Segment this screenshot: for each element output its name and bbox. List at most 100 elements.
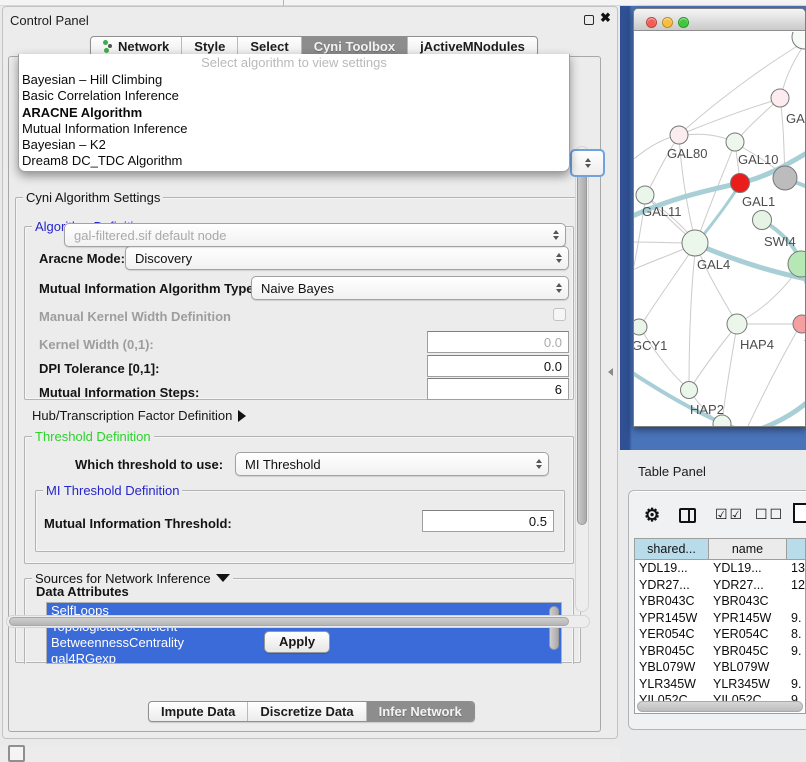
table-cell [787,593,806,610]
network-node[interactable] [773,166,797,190]
table-row[interactable]: YDL19...YDL19...13 [635,560,805,577]
network-node[interactable] [636,186,654,204]
minimize-traffic-light[interactable] [662,17,673,28]
network-node[interactable] [681,382,698,399]
inference-algorithm-combo-stepper[interactable] [570,149,605,177]
stepper-arrows-icon [550,253,568,263]
checked-boxes-icon[interactable]: ☑☑ [715,506,744,523]
close-icon[interactable]: ✖ [600,10,611,26]
dpi-tolerance-field[interactable]: 0.0 [427,355,569,377]
mi-steps-field[interactable]: 6 [427,378,569,400]
tab-discretize-data[interactable]: Discretize Data [248,702,366,721]
which-threshold-combo[interactable]: MI Threshold [235,452,549,476]
network-node[interactable] [731,174,750,193]
table-row[interactable]: YLR345WYLR345W9. [635,676,805,693]
network-node[interactable] [771,89,789,107]
network-graph: GALGAL80GAL10GAL1GAL11SWI4GAL4HAP4YGCY1H… [634,32,806,427]
algorithm-definition-group: Algorithm Definition Aracne Mode: Discov… [24,226,574,400]
hub-factor-expander[interactable]: Hub/Transcription Factor Definition [32,408,246,423]
tab-impute-data[interactable]: Impute Data [149,702,248,721]
node-label-gal11: GAL11 [642,204,682,219]
table-cell: YBR043C [635,593,709,610]
node-label-gal: GAL [786,111,806,126]
table-cell: YLR345W [635,676,709,693]
columns-icon[interactable] [679,508,696,523]
algorithm-option-aracne-algorithm[interactable]: ARACNE Algorithm [19,105,569,121]
table-cell: YPR145W [709,610,787,627]
algorithm-dropdown-popup: Select algorithm to view settings Bayesi… [18,54,570,172]
algorithm-option-dream8-dc-tdc-algorithm[interactable]: Dream8 DC_TDC Algorithm [19,153,569,169]
network-canvas[interactable]: GALGAL80GAL10GAL1GAL11SWI4GAL4HAP4YGCY1H… [634,32,806,427]
settings-horizontal-scrollbar[interactable] [6,615,590,628]
dpi-tolerance-label: DPI Tolerance [0,1]: [39,361,159,376]
manual-kernel-checkbox[interactable] [553,308,566,321]
list-scrollbar[interactable] [549,606,559,650]
tab-infer-network[interactable]: Infer Network [367,702,474,721]
settings-vertical-scrollbar[interactable] [575,146,589,612]
kernel-width-field[interactable]: 0.0 [427,331,569,353]
scrollbar-thumb[interactable] [577,149,587,525]
apply-button[interactable]: Apply [264,631,330,653]
table-row[interactable]: YDR27...YDR27...12 [635,577,805,594]
which-threshold-label: Which threshold to use: [75,457,223,472]
bottom-tab-bar: Impute Data Discretize DataInfer Network [148,701,475,722]
network-node[interactable] [682,230,708,256]
algorithm-option-bayesian-k2[interactable]: Bayesian – K2 [19,137,569,153]
collapsed-panel-button[interactable] [8,745,25,762]
table-row[interactable]: YBR043CYBR043C [635,593,805,610]
panel-splitter-icon[interactable] [608,368,613,376]
stepper-arrows-icon [579,158,597,168]
table-cell: YDR27... [635,577,709,594]
column-header-shared[interactable]: shared... [635,539,709,559]
table-cell: YDR27... [709,577,787,594]
node-label-hap2: HAP2 [690,402,724,417]
table-cell: 12 [787,577,806,594]
network-edge [640,244,696,327]
table-cell: YLR345W [709,676,787,693]
gear-icon[interactable]: ⚙ [644,505,660,526]
table-row[interactable]: YPR145WYPR145W9. [635,610,805,627]
table-row[interactable]: YER054CYER054C8. [635,626,805,643]
mi-type-value: Naive Bayes [252,281,550,296]
table-cell: YBL079W [709,659,787,676]
aracne-mode-combo[interactable]: Discovery [125,246,569,270]
dropdown-prompt: Select algorithm to view settings [19,54,569,72]
network-node[interactable] [634,319,647,335]
network-window[interactable]: GALGAL80GAL10GAL1GAL11SWI4GAL4HAP4YGCY1H… [633,8,806,427]
unchecked-boxes-icon[interactable]: ☐☐ [755,506,784,523]
table-cell: YDL19... [709,560,787,577]
node-label-gal10: GAL10 [738,152,778,167]
document-icon[interactable] [793,503,806,523]
node-label-swi4: SWI4 [764,234,796,249]
algorithm-option-bayesian-hill-climbing[interactable]: Bayesian – Hill Climbing [19,72,569,88]
tab-label: Impute Data [161,704,235,719]
network-node[interactable] [792,32,806,49]
manual-kernel-label: Manual Kernel Width Definition [39,309,231,324]
column-header-name[interactable]: name [709,539,787,559]
network-node[interactable] [793,315,806,333]
aracne-mode-label: Aracne Mode: [39,251,125,266]
float-window-icon[interactable] [584,15,594,25]
zoom-traffic-light[interactable] [678,17,689,28]
column-header-clipped[interactable] [787,539,806,559]
network-node[interactable] [727,314,747,334]
mi-threshold-field[interactable]: 0.5 [422,510,554,532]
network-node[interactable] [726,133,744,151]
mi-type-combo[interactable]: Naive Bayes [251,276,569,300]
network-node[interactable] [670,126,688,144]
table-row[interactable]: YBR045CYBR045C9. [635,643,805,660]
network-window-titlebar[interactable] [634,9,805,31]
table-row[interactable]: YBL079WYBL079W [635,659,805,676]
tab-label: Style [194,39,225,54]
close-traffic-light[interactable] [646,17,657,28]
mi-threshold-group-title: MI Threshold Definition [43,483,182,498]
table-horizontal-scrollbar[interactable] [637,701,803,712]
table-cell: YDL19... [635,560,709,577]
table-data-combo[interactable]: gal-filtered.sif default node [64,223,566,247]
network-node[interactable] [753,211,772,230]
scrollbar-thumb[interactable] [9,617,569,626]
threshold-definition-group: Threshold Definition Which threshold to … [24,436,574,564]
algorithm-option-basic-correlation-inference[interactable]: Basic Correlation Inference [19,88,569,104]
algorithm-option-mutual-information-inference[interactable]: Mutual Information Inference [19,121,569,137]
network-edge [722,325,737,423]
